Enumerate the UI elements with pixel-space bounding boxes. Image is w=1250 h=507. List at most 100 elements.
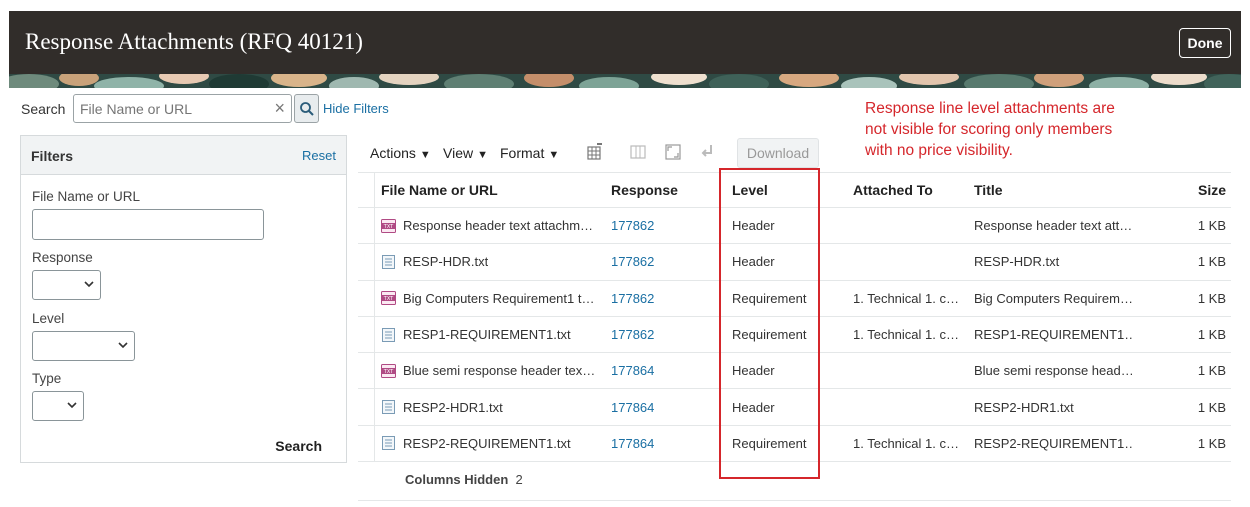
file-name-cell[interactable]: TXT Response header text attachm… — [381, 208, 606, 243]
document-icon — [381, 400, 403, 415]
response-link-cell[interactable]: 177864 — [611, 389, 711, 424]
column-header-attached-to[interactable]: Attached To — [853, 173, 963, 207]
search-icon — [299, 101, 314, 116]
response-filter-label: Response — [32, 250, 93, 265]
file-name-cell[interactable]: TXT Big Computers Requirement1 t… — [381, 281, 606, 316]
response-link-cell[interactable]: 177864 — [611, 353, 711, 388]
columns-hidden-label: Columns Hidden — [405, 472, 509, 487]
document-icon — [381, 436, 403, 451]
file-name-text[interactable]: RESP2-REQUIREMENT1.txt — [403, 436, 571, 451]
filters-search-button[interactable]: Search — [275, 438, 322, 454]
column-header-file[interactable]: File Name or URL — [381, 173, 606, 207]
actions-menu[interactable]: Actions ▼ — [370, 145, 431, 161]
chevron-down-icon — [118, 338, 128, 353]
file-name-text[interactable]: Response header text attachm… — [403, 218, 593, 233]
title-cell: Blue semi response head… — [974, 363, 1134, 379]
chevron-down-icon — [84, 277, 94, 292]
file-name-cell[interactable]: RESP-HDR.txt — [381, 244, 606, 279]
page-title: Response Attachments (RFQ 40121) — [25, 29, 363, 54]
size-cell: 1 KB — [1197, 399, 1226, 415]
title-cell: Big Computers Requirem… — [974, 290, 1133, 306]
size-cell: 1 KB — [1197, 290, 1226, 306]
search-label: Search — [21, 101, 66, 117]
response-link[interactable]: 177862 — [611, 254, 654, 269]
filters-panel: Filters Reset File Name or URL Response … — [20, 135, 347, 463]
file-name-text[interactable]: RESP-HDR.txt — [403, 254, 488, 269]
response-link[interactable]: 177862 — [611, 291, 654, 306]
attached-to-cell — [853, 244, 963, 279]
file-name-filter-label: File Name or URL — [32, 189, 141, 204]
file-name-filter-input[interactable] — [32, 209, 264, 240]
title-cell: RESP-HDR.txt — [974, 254, 1060, 270]
response-link-cell[interactable]: 177864 — [611, 426, 711, 461]
attached-to-cell — [853, 353, 963, 388]
svg-text:TXT: TXT — [383, 296, 394, 302]
size-cell: 1 KB — [1197, 435, 1226, 451]
decorative-banner — [9, 74, 1241, 88]
title-cell: RESP1-REQUIREMENT1… — [974, 327, 1134, 343]
text-attachment-icon: TXT — [381, 291, 403, 306]
search-button[interactable] — [294, 94, 319, 123]
response-link[interactable]: 177864 — [611, 400, 654, 415]
size-cell: 1 KB — [1197, 363, 1226, 379]
response-link[interactable]: 177864 — [611, 436, 654, 451]
column-header-response[interactable]: Response — [611, 173, 711, 207]
search-input[interactable] — [74, 95, 254, 122]
file-name-cell[interactable]: RESP1-REQUIREMENT1.txt — [381, 317, 606, 352]
clear-icon[interactable]: × — [274, 98, 285, 119]
attached-to-cell: 1. Technical 1. c… — [853, 435, 959, 451]
file-name-cell[interactable]: TXT Blue semi response header tex… — [381, 353, 606, 388]
detach-icon[interactable] — [629, 143, 647, 161]
attached-to-cell — [853, 389, 963, 424]
format-menu[interactable]: Format ▼ — [500, 145, 559, 161]
type-filter-select[interactable] — [32, 391, 84, 421]
column-header-title[interactable]: Title — [974, 173, 1134, 207]
view-menu[interactable]: View ▼ — [443, 145, 488, 161]
reset-link[interactable]: Reset — [302, 148, 336, 163]
response-filter-select[interactable] — [32, 270, 101, 300]
response-link-cell[interactable]: 177862 — [611, 281, 711, 316]
response-link[interactable]: 177862 — [611, 327, 654, 342]
attached-to-cell: 1. Technical 1. c… — [853, 327, 959, 343]
file-name-text[interactable]: RESP1-REQUIREMENT1.txt — [403, 327, 571, 342]
file-name-cell[interactable]: RESP2-REQUIREMENT1.txt — [381, 426, 606, 461]
response-link[interactable]: 177864 — [611, 363, 654, 378]
level-column-highlight — [719, 168, 820, 479]
expand-icon[interactable] — [664, 143, 682, 161]
response-link-cell[interactable]: 177862 — [611, 244, 711, 279]
response-link[interactable]: 177862 — [611, 218, 654, 233]
level-filter-select[interactable] — [32, 331, 135, 361]
caret-down-icon: ▼ — [419, 149, 431, 161]
title-cell: RESP2-HDR1.txt — [974, 399, 1074, 415]
wrap-icon[interactable] — [699, 143, 717, 161]
caret-down-icon: ▼ — [477, 149, 488, 161]
svg-text:TXT: TXT — [383, 224, 394, 230]
download-button[interactable]: Download — [737, 138, 819, 168]
response-link-cell[interactable]: 177862 — [611, 317, 711, 352]
file-name-text[interactable]: RESP2-HDR1.txt — [403, 400, 503, 415]
file-name-text[interactable]: Blue semi response header tex… — [403, 363, 595, 378]
chevron-down-icon — [67, 398, 77, 413]
attached-to-cell: 1. Technical 1. c… — [853, 290, 959, 306]
done-button[interactable]: Done — [1179, 28, 1231, 58]
divider — [358, 500, 1231, 501]
response-link-cell[interactable]: 177862 — [611, 208, 711, 243]
document-icon — [381, 327, 403, 342]
columns-hidden-count: 2 — [515, 472, 523, 487]
text-attachment-icon: TXT — [381, 218, 403, 233]
annotation-note: Response line level attachments are not … — [865, 100, 1115, 159]
columns-hidden: Columns Hidden 2 — [405, 472, 523, 487]
search-field[interactable]: × — [73, 94, 292, 123]
column-header-size[interactable]: Size — [1154, 173, 1226, 207]
level-filter-label: Level — [32, 311, 65, 326]
actions-label: Actions — [370, 145, 416, 161]
caret-down-icon: ▼ — [548, 149, 560, 161]
format-label: Format — [500, 145, 545, 161]
file-name-cell[interactable]: RESP2-HDR1.txt — [381, 389, 606, 424]
text-attachment-icon: TXT — [381, 363, 403, 378]
freeze-columns-icon[interactable] — [585, 143, 603, 161]
hide-filters-link[interactable]: Hide Filters — [323, 101, 389, 116]
file-name-text[interactable]: Big Computers Requirement1 t… — [403, 291, 594, 306]
title-cell: RESP2-REQUIREMENT1… — [974, 435, 1134, 451]
title-cell: Response header text att… — [974, 218, 1133, 234]
